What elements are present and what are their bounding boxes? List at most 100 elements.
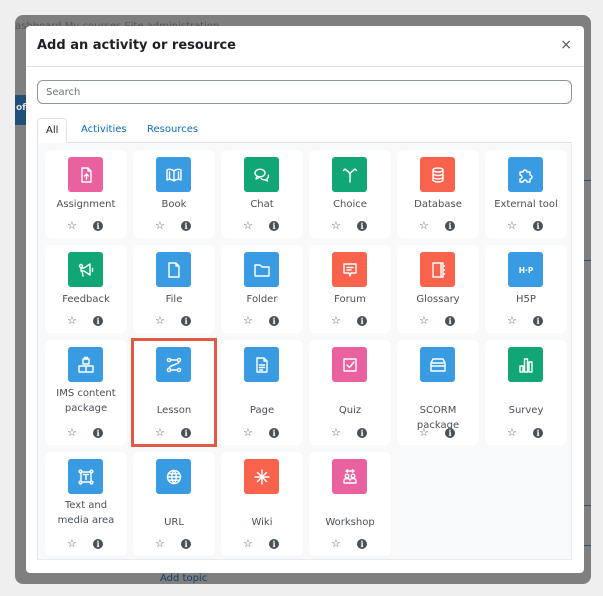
activity-item-page[interactable]: Page ☆ i [221,340,303,445]
activity-item-folder[interactable]: Folder ☆ i [221,245,303,333]
info-icon[interactable]: i [181,316,191,326]
info-icon[interactable]: i [445,316,455,326]
tab-all[interactable]: All [37,118,68,144]
star-icon[interactable]: ☆ [419,315,429,327]
activity-item-forum[interactable]: Forum ☆ i [309,245,391,333]
tab-resources[interactable]: Resources [139,118,206,144]
star-icon[interactable]: ☆ [507,220,517,232]
activity-item-actions: ☆ i [133,538,215,550]
activity-grid: Assignment ☆ i Book ☆ i Chat ☆ i Choice ☆ i Database… [37,143,572,560]
megaphone-icon [68,252,103,287]
info-icon[interactable]: i [269,539,279,549]
info-icon[interactable]: i [93,428,103,438]
background-divider [583,545,591,546]
activity-item-actions: ☆ i [309,220,391,232]
info-icon[interactable]: i [533,428,543,438]
star-icon[interactable]: ☆ [155,538,165,550]
close-button[interactable]: × [560,38,572,52]
tab-activities[interactable]: Activities [73,118,135,144]
text-media-icon [68,459,103,494]
activity-item-h5p[interactable]: H·P H5P ☆ i [485,245,567,333]
activity-item-book[interactable]: Book ☆ i [133,150,215,238]
lesson-icon [156,347,191,382]
activity-item-file[interactable]: File ☆ i [133,245,215,333]
activity-item-lesson[interactable]: Lesson ☆ i [131,338,217,447]
activity-item-label: Chat [250,199,274,210]
activity-item-glossary[interactable]: Glossary ☆ i [397,245,479,333]
star-icon[interactable]: ☆ [331,315,341,327]
star-icon[interactable]: ☆ [419,427,429,439]
activity-item-external-tool[interactable]: External tool ☆ i [485,150,567,238]
search-input[interactable] [37,80,572,104]
info-icon[interactable]: i [93,316,103,326]
activity-item-actions: ☆ i [397,427,479,439]
activity-item-ims-content-package[interactable]: IMS content package ☆ i [45,340,127,445]
activity-item-label: URL [164,517,184,528]
star-icon[interactable]: ☆ [331,538,341,550]
activity-item-label: Page [249,405,275,416]
background-divider [583,180,591,181]
info-icon[interactable]: i [93,539,103,549]
star-icon[interactable]: ☆ [243,538,253,550]
info-icon[interactable]: i [269,316,279,326]
activity-item-survey[interactable]: Survey ☆ i [485,340,567,445]
activity-item-label: Folder [246,294,278,305]
wiki-icon [244,459,279,494]
info-icon[interactable]: i [269,221,279,231]
activity-item-scorm-package[interactable]: SCORM package ☆ i [397,340,479,445]
activity-item-actions: ☆ i [45,538,127,550]
star-icon[interactable]: ☆ [155,315,165,327]
activity-item-assignment[interactable]: Assignment ☆ i [45,150,127,238]
activity-item-label: Glossary [416,294,460,305]
modal-header: Add an activity or resource × [26,26,584,67]
workshop-icon [332,459,367,494]
star-icon[interactable]: ☆ [331,427,341,439]
activity-item-workshop[interactable]: Workshop ☆ i [309,452,391,556]
star-icon[interactable]: ☆ [507,315,517,327]
star-icon[interactable]: ☆ [243,315,253,327]
activity-item-quiz[interactable]: Quiz ☆ i [309,340,391,445]
star-icon[interactable]: ☆ [419,220,429,232]
star-icon[interactable]: ☆ [155,427,165,439]
info-icon[interactable]: i [445,428,455,438]
info-icon[interactable]: i [181,539,191,549]
activity-item-wiki[interactable]: Wiki ☆ i [221,452,303,556]
info-icon[interactable]: i [269,428,279,438]
star-icon[interactable]: ☆ [67,427,77,439]
star-icon[interactable]: ☆ [155,220,165,232]
star-icon[interactable]: ☆ [67,538,77,550]
activity-item-chat[interactable]: Chat ☆ i [221,150,303,238]
quiz-icon [332,347,367,382]
info-icon[interactable]: i [93,221,103,231]
info-icon[interactable]: i [357,428,367,438]
activity-item-label: IMS content package [56,388,116,414]
chat-icon [244,157,279,192]
info-icon[interactable]: i [357,539,367,549]
info-icon[interactable]: i [181,221,191,231]
activity-item-database[interactable]: Database ☆ i [397,150,479,238]
info-icon[interactable]: i [357,316,367,326]
star-icon[interactable]: ☆ [243,220,253,232]
info-icon[interactable]: i [533,316,543,326]
activity-item-label: Feedback [62,294,110,305]
activity-item-choice[interactable]: Choice ☆ i [309,150,391,238]
activity-item-text-and-media-area[interactable]: Text and media area ☆ i [45,452,127,556]
info-icon[interactable]: i [181,428,191,438]
activity-item-feedback[interactable]: Feedback ☆ i [45,245,127,333]
activity-item-label: Forum [334,294,366,305]
activity-item-url[interactable]: URL ☆ i [133,452,215,556]
activity-item-label: Survey [508,405,544,416]
info-icon[interactable]: i [357,221,367,231]
add-activity-modal: Add an activity or resource × All Activi… [26,26,584,573]
star-icon[interactable]: ☆ [67,315,77,327]
folder-icon [244,252,279,287]
star-icon[interactable]: ☆ [243,427,253,439]
page-icon [244,347,279,382]
activity-item-actions: ☆ i [397,315,479,327]
database-icon [420,157,455,192]
info-icon[interactable]: i [445,221,455,231]
star-icon[interactable]: ☆ [331,220,341,232]
star-icon[interactable]: ☆ [67,220,77,232]
star-icon[interactable]: ☆ [507,427,517,439]
info-icon[interactable]: i [533,221,543,231]
